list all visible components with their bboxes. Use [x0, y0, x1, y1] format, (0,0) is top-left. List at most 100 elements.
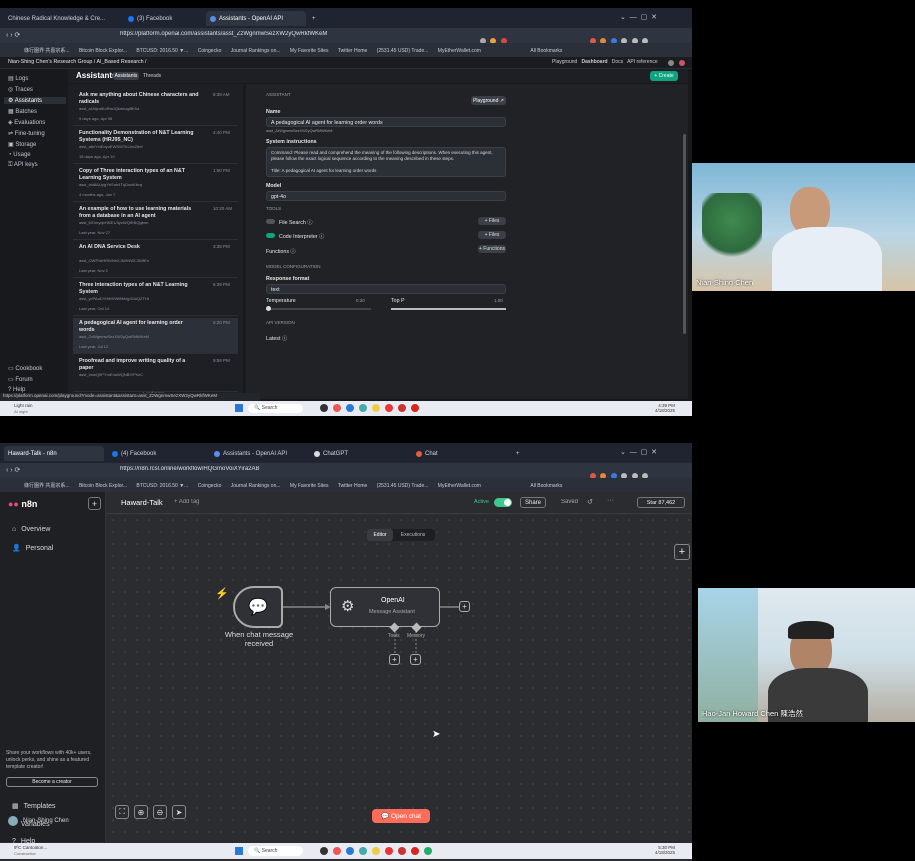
select-tool-icon[interactable]: ➤: [172, 805, 186, 819]
bookmark[interactable]: BTCUSD: 2016.50 ▼...: [136, 483, 188, 489]
add-files-button-2[interactable]: + Files: [478, 231, 506, 239]
url-field[interactable]: https://n8n.rcsl.online/workflow/HQGmoVo…: [120, 466, 450, 472]
link-dashboard[interactable]: Dashboard: [581, 59, 607, 65]
more-icon[interactable]: ···: [607, 497, 614, 504]
bookmark[interactable]: Twitter Home: [338, 483, 367, 489]
sidebar-item-fine-tuning[interactable]: ⇌ Fine-tuning: [8, 130, 66, 137]
bookmark[interactable]: BTCUSD: 2016.50 ▼...: [136, 48, 188, 54]
n8n-logo[interactable]: ●● n8n: [8, 499, 37, 509]
sidebar-item-batches[interactable]: ▦ Batches: [8, 108, 66, 115]
sidebar-item-evaluations[interactable]: ◈ Evaluations: [8, 119, 66, 126]
sidebar-item-traces[interactable]: ◎ Traces: [8, 86, 66, 93]
add-functions-button[interactable]: + Functions: [478, 245, 506, 253]
share-button[interactable]: Share: [520, 497, 546, 508]
assistant-list-item[interactable]: An AI DNA Service Desk 3:38 PM asst_OWPvbH…: [73, 242, 238, 278]
bookmark[interactable]: Bitcoin Block Explor...: [79, 48, 127, 54]
taskbar-search[interactable]: 🔍 Search: [248, 404, 303, 413]
bookmark[interactable]: (2531.45 USD) Trade...: [377, 48, 429, 54]
response-format-select[interactable]: text: [266, 284, 506, 294]
tab-n8n[interactable]: Haward-Talk - n8n: [4, 446, 104, 461]
chat-trigger-node[interactable]: 💬: [233, 586, 283, 628]
nav-buttons[interactable]: ‹ › ⟳: [6, 31, 20, 39]
assistant-list-item[interactable]: An example of how to use learning materi…: [73, 204, 238, 240]
settings-icon[interactable]: [668, 60, 674, 66]
window-controls[interactable]: ⌄ — ▢ ✕: [620, 13, 657, 21]
bookmark[interactable]: 綠行園界 共嘉宗系...: [24, 483, 70, 489]
org-breadcrumb[interactable]: Nian-Shing Chen's Research Group / AI_Ba…: [8, 59, 147, 65]
model-select[interactable]: gpt-4o: [266, 191, 506, 201]
add-next-node-button[interactable]: +: [459, 601, 470, 612]
tab-facebook[interactable]: (3) Facebook: [124, 11, 204, 26]
windows-start-icon[interactable]: [235, 404, 243, 412]
avatar[interactable]: [679, 60, 685, 66]
bookmark[interactable]: Coingecko: [198, 48, 222, 54]
url-field[interactable]: https://platform.openai.com/assistants/a…: [120, 31, 450, 37]
bookmark[interactable]: My Favorite Sites: [290, 483, 329, 489]
bookmark[interactable]: Coingecko: [198, 483, 222, 489]
tab-openai[interactable]: Assistants - OpenAI API: [206, 11, 306, 26]
tab-facebook[interactable]: (4) Facebook: [108, 446, 188, 461]
assistant-list-item[interactable]: Functionality Demonstration of N&T Learn…: [73, 128, 238, 164]
create-button[interactable]: + Create: [650, 71, 678, 81]
taskbar-apps[interactable]: [320, 404, 460, 413]
zoom-in-icon[interactable]: ⊕: [134, 805, 148, 819]
bookmark[interactable]: All Bookmarks: [530, 48, 562, 54]
bookmark[interactable]: Journal Rankings on...: [231, 483, 281, 489]
assistant-list-item[interactable]: Copy of Three interaction types of an N&…: [73, 166, 238, 202]
github-star-button[interactable]: Star 87,462: [637, 497, 685, 508]
workflow-canvas[interactable]: Editor Executions + ⚡ 💬 When chat messag…: [107, 514, 692, 842]
code-interpreter-toggle[interactable]: [266, 233, 275, 238]
extension-icons[interactable]: [480, 31, 540, 44]
sidebar-item-templates[interactable]: ▦ Templates: [12, 802, 56, 811]
api-version-latest[interactable]: Latest ⓘ: [266, 334, 287, 342]
toolbar-icons[interactable]: [590, 466, 685, 479]
assistant-list-item[interactable]: Three interaction types of an N&T Learni…: [73, 280, 238, 316]
history-icon[interactable]: ↺: [587, 498, 593, 506]
tab-chinese-radical[interactable]: Chinese Radical Knowledge & Cre...: [4, 11, 122, 26]
sidebar-item-api-keys[interactable]: ⚿ API keys: [8, 162, 66, 169]
slider-thumb[interactable]: [266, 306, 271, 311]
bookmark[interactable]: 綠行園界 共嘉宗系...: [24, 48, 70, 54]
sidebar-item-logs[interactable]: ▤ Logs: [8, 75, 66, 82]
playground-button[interactable]: Playground ↗: [471, 96, 506, 105]
sidebar-item-usage[interactable]: ◔ Usage: [8, 152, 66, 158]
add-memory-button[interactable]: +: [410, 654, 421, 665]
toolbar-icons[interactable]: [590, 31, 685, 44]
add-tag-link[interactable]: + Add tag: [174, 499, 200, 505]
sidebar-item-assistants[interactable]: ⚙ Assistants: [4, 97, 66, 104]
become-creator-button[interactable]: Become a creator: [6, 777, 98, 787]
assistant-list-item[interactable]: Proofread and improve writing quality of…: [73, 356, 238, 392]
open-chat-button[interactable]: 💬 Open chat: [372, 809, 430, 823]
sidebar-item-personal[interactable]: 👤 Personal: [12, 544, 53, 553]
taskbar-search[interactable]: 🔍 Search: [248, 846, 303, 856]
zoom-out-icon[interactable]: ⊖: [153, 805, 167, 819]
bookmark[interactable]: Bitcoin Block Explor...: [79, 483, 127, 489]
file-search-toggle[interactable]: [266, 219, 275, 224]
tab-chatgpt[interactable]: ChatGPT: [310, 446, 390, 461]
window-controls[interactable]: ⌄ — ▢ ✕: [620, 448, 657, 456]
bookmark[interactable]: Twitter Home: [338, 48, 367, 54]
scrollbar[interactable]: [683, 134, 686, 334]
bookmark[interactable]: MyEtherWallet.com: [438, 483, 481, 489]
tab-assistants[interactable]: Assistants: [113, 72, 139, 80]
sidebar-item-forum[interactable]: ▭ Forum: [8, 376, 42, 383]
new-tab-button[interactable]: +: [512, 446, 526, 461]
openai-node[interactable]: ⚙ OpenAI Message Assistant: [330, 587, 440, 627]
bookmark[interactable]: Journal Rankings on...: [231, 48, 281, 54]
bookmark[interactable]: All Bookmarks: [530, 483, 562, 489]
new-tab-button[interactable]: +: [308, 11, 322, 26]
fit-view-icon[interactable]: ⛶: [115, 805, 129, 819]
top-p-slider[interactable]: [391, 308, 506, 310]
add-tool-button[interactable]: +: [389, 654, 400, 665]
link-docs[interactable]: Docs: [612, 59, 623, 65]
assistant-list-item[interactable]: Ask me anything about Chinese characters…: [73, 90, 238, 126]
active-toggle[interactable]: [494, 498, 512, 507]
tab-chat[interactable]: Chat: [412, 446, 492, 461]
workflow-name[interactable]: Haward-Talk: [121, 498, 163, 507]
name-input[interactable]: A pedagogical AI agent for learning orde…: [266, 117, 506, 127]
sidebar-item-storage[interactable]: ▣ Storage: [8, 141, 66, 148]
add-files-button[interactable]: + Files: [478, 217, 506, 225]
user-menu[interactable]: Nian-Shing Chen: [8, 816, 69, 826]
bookmark[interactable]: (2531.45 USD) Trade...: [377, 483, 429, 489]
bookmark[interactable]: MyEtherWallet.com: [438, 48, 481, 54]
